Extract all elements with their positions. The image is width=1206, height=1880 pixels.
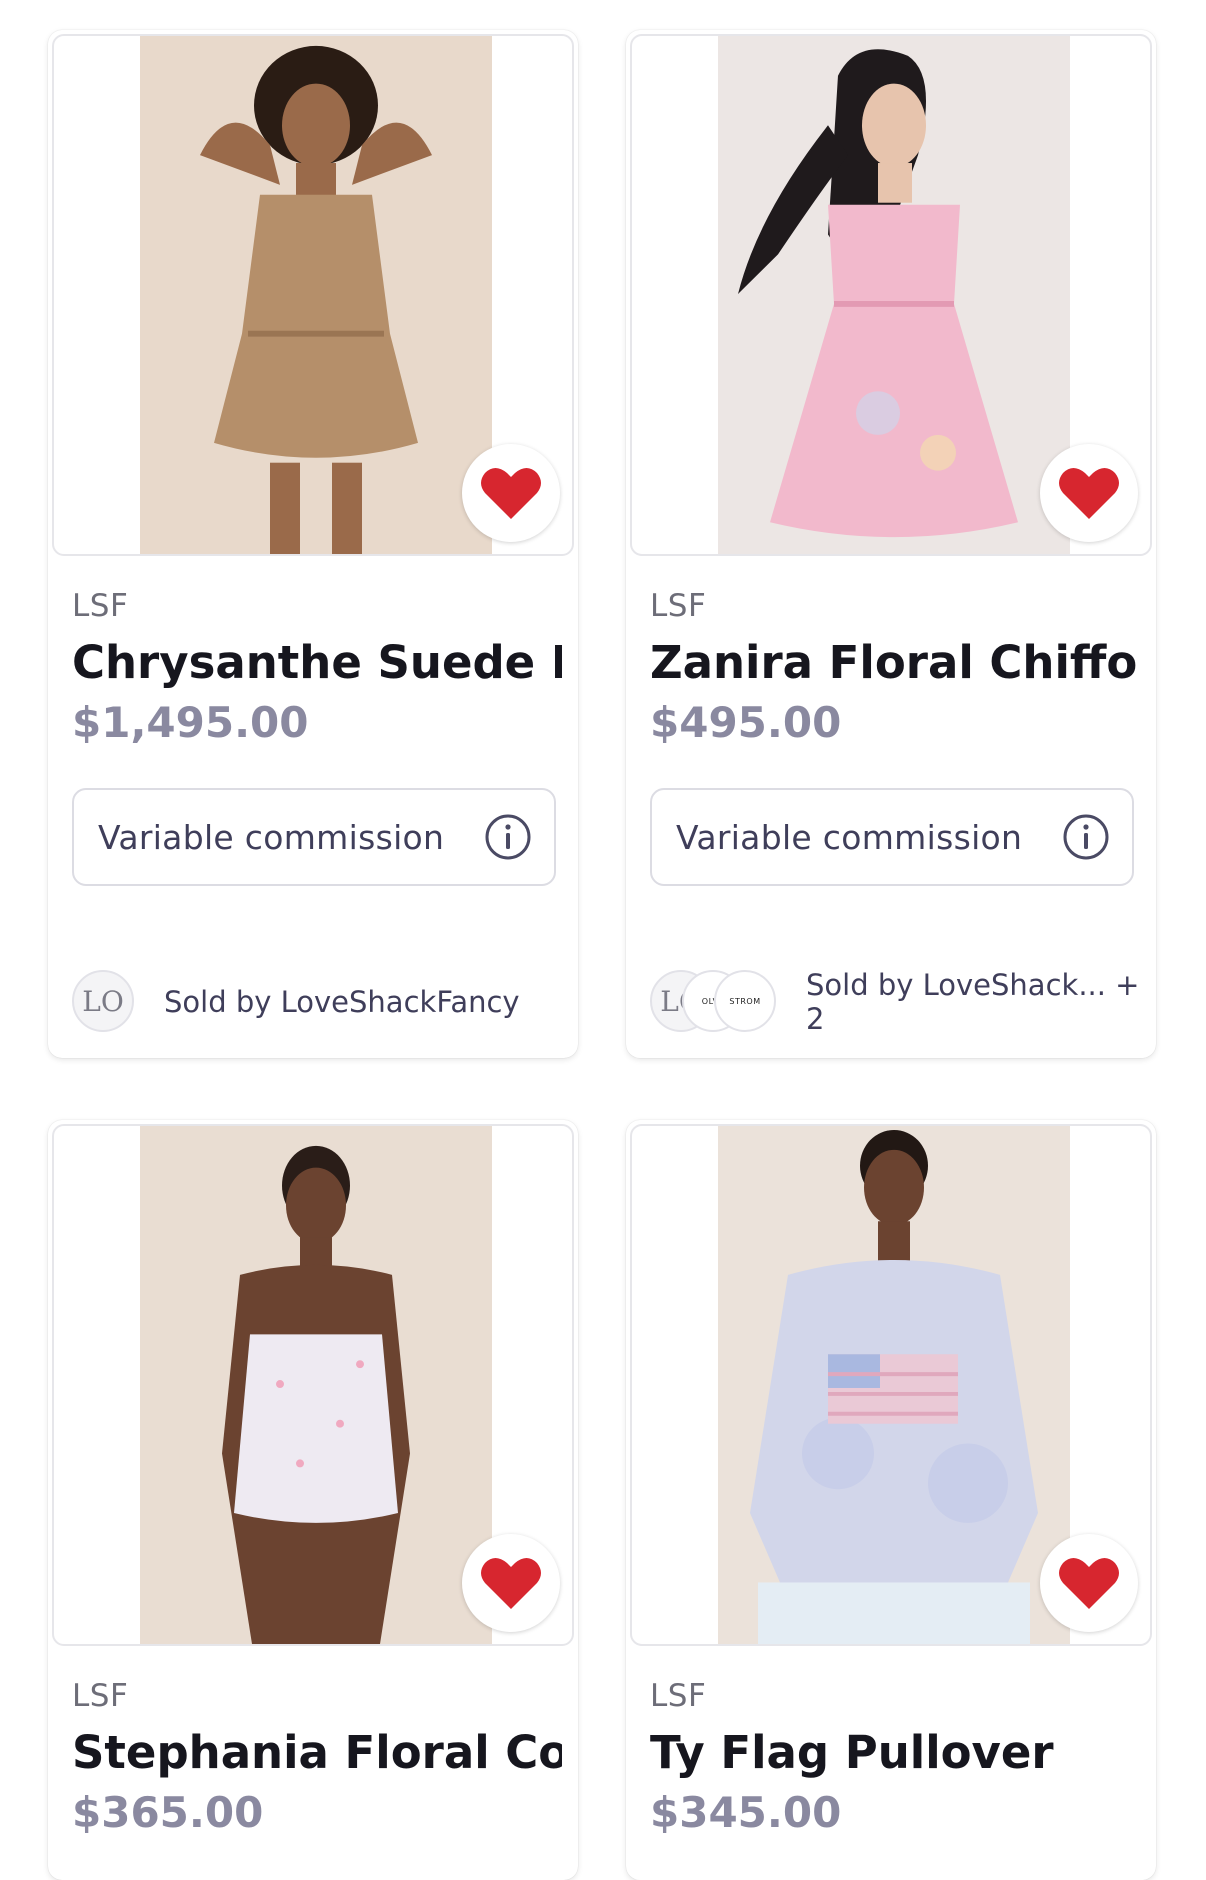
info-icon[interactable]: [484, 813, 532, 861]
heart-icon: [1059, 1558, 1119, 1609]
product-brand: LSF: [72, 1678, 129, 1714]
product-image-frame[interactable]: [630, 1124, 1152, 1646]
product-title[interactable]: Stephania Floral Co...: [72, 1726, 562, 1779]
seller-row[interactable]: LO Sold by LoveShackFancy: [72, 970, 562, 1034]
commission-label: Variable commission: [98, 817, 445, 857]
product-card[interactable]: LSF Ty Flag Pullover $345.00: [626, 1120, 1156, 1880]
favorite-button[interactable]: [462, 1534, 560, 1632]
product-grid: LSF Chrysanthe Suede E... $1,495.00 Vari…: [0, 0, 1206, 1880]
product-photo: [140, 1126, 492, 1644]
product-photo: [718, 1126, 1070, 1644]
info-icon[interactable]: [1062, 813, 1110, 861]
product-price: $495.00: [650, 698, 842, 747]
favorite-button[interactable]: [462, 444, 560, 542]
heart-icon: [481, 468, 541, 519]
product-title[interactable]: Zanira Floral Chiffo...: [650, 636, 1140, 689]
seller-text: Sold by LoveShack... + 2: [806, 968, 1140, 1036]
product-image-frame[interactable]: [630, 34, 1152, 556]
product-photo: [718, 36, 1070, 554]
product-photo: [140, 36, 492, 554]
favorite-button[interactable]: [1040, 1534, 1138, 1632]
seller-row[interactable]: LO OLVE STROM Sold by LoveShack... + 2: [650, 968, 1140, 1036]
product-card[interactable]: LSF Chrysanthe Suede E... $1,495.00 Vari…: [48, 30, 578, 1058]
seller-avatar: LO: [72, 970, 134, 1032]
product-price: $345.00: [650, 1788, 842, 1837]
product-card[interactable]: LSF Stephania Floral Co... $365.00: [48, 1120, 578, 1880]
commission-box[interactable]: Variable commission: [72, 788, 556, 886]
product-card[interactable]: LSF Zanira Floral Chiffo... $495.00 Vari…: [626, 30, 1156, 1058]
product-price: $1,495.00: [72, 698, 309, 747]
seller-avatars: LO OLVE STROM: [650, 970, 776, 1034]
heart-icon: [481, 1558, 541, 1609]
product-image-frame[interactable]: [52, 34, 574, 556]
product-image-frame[interactable]: [52, 1124, 574, 1646]
product-title[interactable]: Chrysanthe Suede E...: [72, 636, 562, 689]
product-brand: LSF: [650, 588, 707, 624]
product-price: $365.00: [72, 1788, 264, 1837]
commission-label: Variable commission: [676, 817, 1023, 857]
heart-icon: [1059, 468, 1119, 519]
product-brand: LSF: [650, 1678, 707, 1714]
seller-avatars: LO: [72, 970, 134, 1034]
product-brand: LSF: [72, 588, 129, 624]
commission-box[interactable]: Variable commission: [650, 788, 1134, 886]
product-title[interactable]: Ty Flag Pullover: [650, 1726, 1140, 1779]
seller-avatar: STROM: [714, 970, 776, 1032]
favorite-button[interactable]: [1040, 444, 1138, 542]
seller-text: Sold by LoveShackFancy: [164, 985, 520, 1019]
